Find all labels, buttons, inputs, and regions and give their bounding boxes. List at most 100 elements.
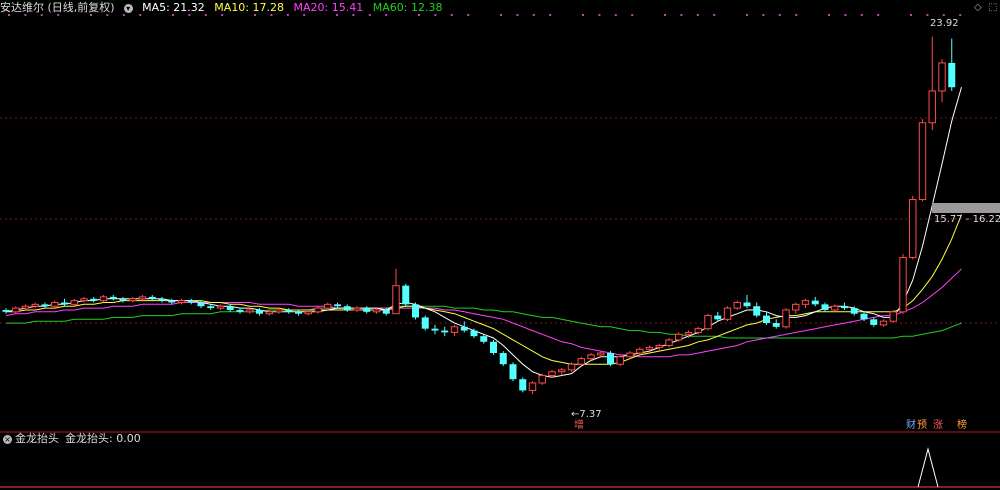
event-marker bbox=[500, 14, 502, 16]
candle-body bbox=[265, 311, 273, 315]
candle-body bbox=[285, 309, 293, 312]
candle-body bbox=[21, 305, 30, 309]
candle-body bbox=[51, 301, 59, 307]
candle-body bbox=[256, 309, 263, 314]
candle-body bbox=[197, 302, 205, 307]
event-marker bbox=[614, 14, 617, 16]
candle-body bbox=[421, 317, 429, 329]
stock-title[interactable]: 安达维尔 (日线,前复权) bbox=[0, 1, 115, 14]
candle-body bbox=[655, 345, 663, 348]
event-marker bbox=[828, 14, 830, 16]
candle-body bbox=[841, 306, 848, 309]
candle-body bbox=[753, 306, 761, 316]
candle-body bbox=[314, 307, 322, 313]
candle-body bbox=[236, 309, 244, 312]
candle-body bbox=[519, 379, 527, 391]
candle-body bbox=[889, 311, 897, 322]
candle-body bbox=[528, 382, 537, 391]
indicator-header: × 金龙抬头 金龙抬头: 0.00 bbox=[0, 432, 141, 446]
badge-rank[interactable]: 榜 bbox=[956, 420, 968, 432]
candle-body bbox=[61, 302, 68, 305]
candle-body bbox=[12, 307, 20, 313]
badge-increase[interactable]: 增 bbox=[573, 420, 585, 432]
expand-icon[interactable]: ⬚ bbox=[988, 2, 997, 13]
candle-body bbox=[216, 305, 225, 309]
candle-body bbox=[295, 311, 302, 314]
candle-body bbox=[772, 323, 780, 327]
badge-forecast[interactable]: 预 bbox=[916, 420, 928, 432]
candle-body bbox=[80, 298, 88, 302]
candle-body bbox=[441, 330, 449, 333]
candle-body bbox=[938, 62, 946, 92]
candle-body bbox=[792, 303, 800, 311]
candle-body bbox=[129, 298, 137, 302]
candle-body bbox=[860, 313, 868, 320]
event-marker bbox=[467, 14, 470, 16]
event-marker bbox=[778, 14, 781, 16]
candle-body bbox=[714, 315, 722, 320]
candle-body bbox=[226, 306, 234, 310]
event-marker bbox=[844, 14, 847, 16]
candle-body bbox=[597, 352, 605, 356]
event-marker bbox=[910, 14, 912, 16]
candle-body bbox=[616, 356, 624, 365]
low-price-label: ←7.37 bbox=[571, 409, 602, 420]
event-marker bbox=[762, 14, 765, 16]
kline-chart[interactable] bbox=[0, 0, 1000, 490]
candle-body bbox=[177, 300, 186, 303]
candle-body bbox=[275, 309, 283, 313]
event-marker bbox=[680, 14, 683, 16]
candle-body bbox=[665, 339, 673, 347]
badge-rise[interactable]: 涨 bbox=[932, 420, 944, 432]
candle-body bbox=[490, 341, 497, 354]
price-range-box bbox=[932, 203, 1000, 213]
candle-body bbox=[870, 319, 878, 325]
candle-body bbox=[99, 296, 108, 302]
event-marker bbox=[696, 14, 699, 16]
candle-body bbox=[850, 308, 858, 314]
candle-body bbox=[343, 306, 351, 310]
candle-body bbox=[2, 309, 10, 312]
chevron-down-icon[interactable]: ▾ bbox=[123, 3, 133, 13]
candle-body bbox=[460, 326, 468, 331]
candle-body bbox=[694, 328, 702, 333]
candle-body bbox=[548, 371, 556, 376]
event-marker bbox=[582, 14, 584, 16]
candle-body bbox=[607, 353, 614, 365]
low-price-value: 7.37 bbox=[579, 409, 602, 420]
event-marker bbox=[532, 14, 535, 16]
candle-body bbox=[821, 304, 829, 310]
event-marker bbox=[631, 14, 634, 16]
indicator-value: 金龙抬头: 0.00 bbox=[65, 432, 141, 445]
event-marker bbox=[877, 14, 880, 16]
candle-body bbox=[675, 333, 683, 341]
candle-body bbox=[246, 309, 254, 313]
ma20-label: MA20: 15.41 bbox=[293, 1, 364, 14]
diamond-icon[interactable]: ◇ bbox=[974, 2, 982, 13]
candle-body bbox=[109, 296, 117, 299]
candle-body bbox=[70, 300, 78, 305]
candle-body bbox=[928, 90, 936, 124]
indicator-signal bbox=[917, 447, 939, 488]
candle-body bbox=[187, 300, 195, 303]
candle-body bbox=[918, 122, 927, 201]
candle-body bbox=[450, 326, 459, 333]
event-marker bbox=[664, 14, 666, 16]
indicator-name[interactable]: 金龙抬头 bbox=[15, 432, 59, 445]
candle-body bbox=[363, 308, 371, 312]
chart-header: 安达维尔 (日线,前复权) ▾ MA5: 21.32 MA10: 17.28 MA… bbox=[0, 0, 448, 16]
candle-body bbox=[158, 298, 166, 301]
candle-body bbox=[645, 346, 654, 350]
event-marker bbox=[516, 14, 519, 16]
candle-body bbox=[207, 306, 215, 309]
candle-body bbox=[899, 257, 907, 313]
circle-x-icon[interactable]: × bbox=[3, 434, 12, 444]
candle-body bbox=[801, 300, 810, 305]
event-marker bbox=[860, 14, 863, 16]
candle-body bbox=[831, 305, 839, 311]
candle-body bbox=[782, 309, 790, 328]
ma10-label: MA10: 17.28 bbox=[214, 1, 285, 14]
event-marker bbox=[795, 14, 798, 16]
candle-body bbox=[704, 315, 712, 330]
candle-body bbox=[909, 199, 917, 259]
